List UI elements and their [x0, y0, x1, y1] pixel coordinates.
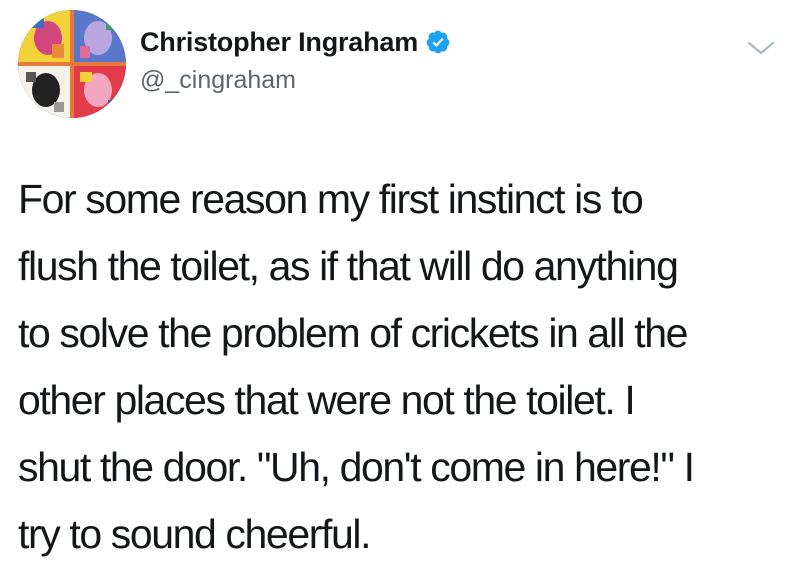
tweet-text-line: to solve the problem of crickets in all …: [18, 310, 688, 356]
tweet-text-line: try to sound cheerful.: [18, 511, 371, 557]
tweet-text-line: other places that were not the toilet. I: [18, 377, 636, 423]
avatar-image: [18, 10, 126, 118]
tweet-menu-button[interactable]: [746, 38, 776, 58]
chevron-down-icon: [747, 41, 775, 55]
author-handle[interactable]: @_cingraham: [140, 66, 451, 95]
tweet-text-line: For some reason my first instinct is to: [18, 176, 644, 222]
tweet-text-line: flush the toilet, as if that will do any…: [18, 243, 679, 289]
tweet-text: For some reason my first instinct is to …: [18, 166, 788, 568]
name-row: Christopher Ingraham: [140, 24, 451, 60]
verified-badge-icon: [425, 29, 451, 55]
author-display-name[interactable]: Christopher Ingraham: [140, 27, 418, 58]
tweet-card: Christopher Ingraham @_cingraham For som…: [0, 0, 800, 586]
author-avatar[interactable]: [18, 10, 126, 118]
tweet-text-line: shut the door. "Uh, don't come in here!"…: [18, 444, 695, 490]
author-info: Christopher Ingraham @_cingraham: [140, 24, 451, 95]
